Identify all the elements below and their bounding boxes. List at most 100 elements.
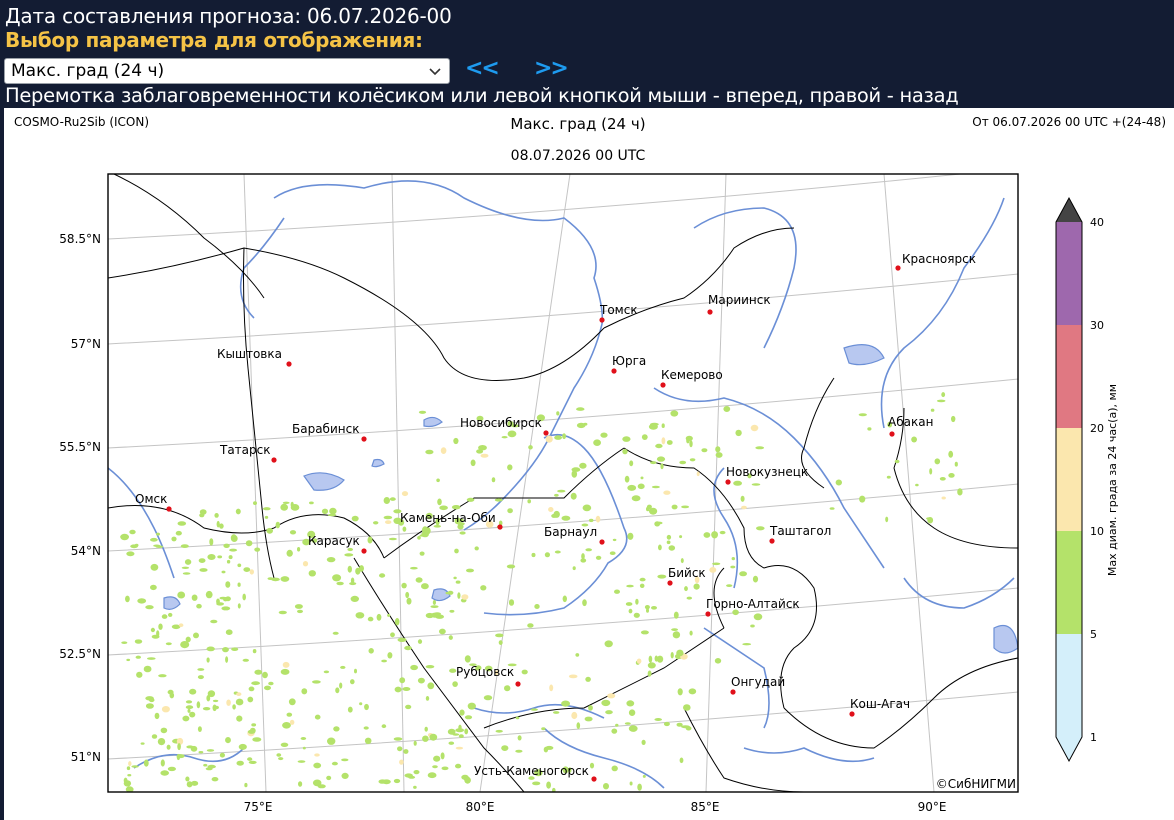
- hail-spot: [251, 681, 260, 686]
- hail-spot: [177, 521, 187, 526]
- city-marker: [705, 611, 711, 617]
- hail-spot: [600, 432, 608, 438]
- hail-spot: [185, 705, 194, 710]
- hail-spot: [313, 762, 322, 769]
- hail-spot: [413, 785, 417, 789]
- hail-spot: [670, 410, 679, 417]
- hail-spot: [584, 716, 593, 722]
- hail-spot: [494, 498, 503, 502]
- hail-spot: [393, 778, 401, 784]
- hail-spot: [207, 554, 216, 560]
- hail-spot: [297, 547, 301, 552]
- hail-spot: [750, 624, 755, 628]
- hail-spot: [430, 612, 439, 618]
- lat-label: 52.5°N: [59, 647, 101, 661]
- hail-spot: [714, 658, 722, 664]
- chevron-down-icon: [429, 68, 441, 76]
- hail-spot: [410, 566, 418, 570]
- hail-spot: [635, 598, 639, 605]
- parameter-heading: Выбор параметра для отображения:: [5, 28, 423, 52]
- hail-spot: [376, 613, 382, 621]
- hail-spot: [666, 534, 672, 540]
- hail-spot: [244, 782, 248, 788]
- hail-spot: [341, 772, 349, 780]
- hail-spot: [656, 456, 666, 462]
- hail-spot: [282, 661, 290, 668]
- colorbar-label: Max диам. града за 24 час(а), мм: [1106, 384, 1119, 576]
- hail-spot: [561, 515, 571, 521]
- hail-spot: [347, 565, 352, 573]
- hail-spot: [530, 708, 538, 711]
- hail-spot: [399, 759, 404, 765]
- hail-spot: [474, 546, 479, 551]
- hail-spot: [405, 591, 410, 599]
- hail-spot: [314, 714, 321, 720]
- hail-spot: [341, 758, 349, 762]
- next-lead-button[interactable]: >>: [534, 56, 569, 81]
- hail-spot: [915, 483, 919, 487]
- hail-spot: [165, 642, 172, 646]
- hail-spot: [236, 715, 243, 722]
- hail-spot: [689, 440, 693, 448]
- hail-spot: [576, 722, 581, 729]
- hail-spot: [166, 744, 171, 750]
- lat-label: 54°N: [71, 544, 101, 558]
- hail-spot: [885, 516, 889, 523]
- hail-spot: [297, 609, 303, 614]
- city-marker: [543, 430, 549, 436]
- hail-spot: [289, 719, 295, 725]
- hail-spot: [628, 608, 633, 614]
- hail-spot: [507, 430, 517, 438]
- hail-spot: [214, 513, 219, 518]
- hail-spot: [242, 658, 249, 662]
- hail-spot: [633, 612, 640, 618]
- hail-spot: [401, 582, 407, 589]
- hail-spot: [425, 665, 435, 669]
- hail-spot: [171, 536, 177, 542]
- hail-spot: [582, 504, 592, 512]
- hail-spot: [263, 507, 271, 511]
- forecast-map-panel[interactable]: COSMO-Ru2Sib (ICON) Макс. град (24 ч) 08…: [4, 108, 1174, 820]
- hail-spot: [605, 710, 613, 715]
- hail-spot: [464, 655, 471, 663]
- hail-spot: [150, 537, 158, 542]
- previous-lead-button[interactable]: <<: [465, 56, 500, 81]
- hail-spot: [168, 612, 173, 617]
- city-marker: [895, 265, 901, 271]
- hail-spot: [413, 770, 420, 775]
- hail-spot: [663, 490, 671, 495]
- hail-spot: [459, 709, 465, 716]
- hail-spot: [266, 527, 274, 534]
- hail-spot: [262, 671, 268, 679]
- hail-spot: [627, 484, 637, 491]
- hail-spot: [501, 436, 508, 439]
- hail-spot: [160, 727, 168, 734]
- hail-spot: [184, 559, 192, 565]
- hail-spot: [478, 445, 487, 451]
- city-marker: [591, 776, 597, 782]
- city-label: Кыштовка: [217, 347, 282, 361]
- hail-spot: [323, 670, 330, 674]
- hail-spot: [631, 495, 641, 502]
- hail-spot: [308, 570, 316, 577]
- hail-spot: [671, 504, 678, 510]
- hail-spot: [294, 604, 303, 609]
- hail-spot: [251, 723, 257, 727]
- hail-spot: [329, 507, 337, 515]
- city-label: Барнаул: [544, 525, 597, 539]
- hail-spot: [504, 685, 511, 692]
- city-label: Горно-Алтайск: [706, 597, 800, 611]
- hail-spot: [333, 726, 340, 732]
- hail-spot: [248, 686, 255, 692]
- hail-spot: [934, 458, 941, 465]
- hail-spot: [350, 679, 355, 685]
- hail-spot: [156, 532, 160, 536]
- hail-spot: [541, 727, 546, 731]
- hail-spot: [264, 685, 271, 691]
- hail-spot: [177, 591, 186, 599]
- parameter-select[interactable]: Макс. град (24 ч): [4, 58, 450, 84]
- hail-spot: [177, 743, 181, 751]
- hail-spot: [676, 722, 683, 727]
- colorbar-tick: 30: [1090, 319, 1104, 332]
- latitude-labels: 58.5°N 57°N 55.5°N 54°N 52.5°N 51°N: [59, 232, 101, 764]
